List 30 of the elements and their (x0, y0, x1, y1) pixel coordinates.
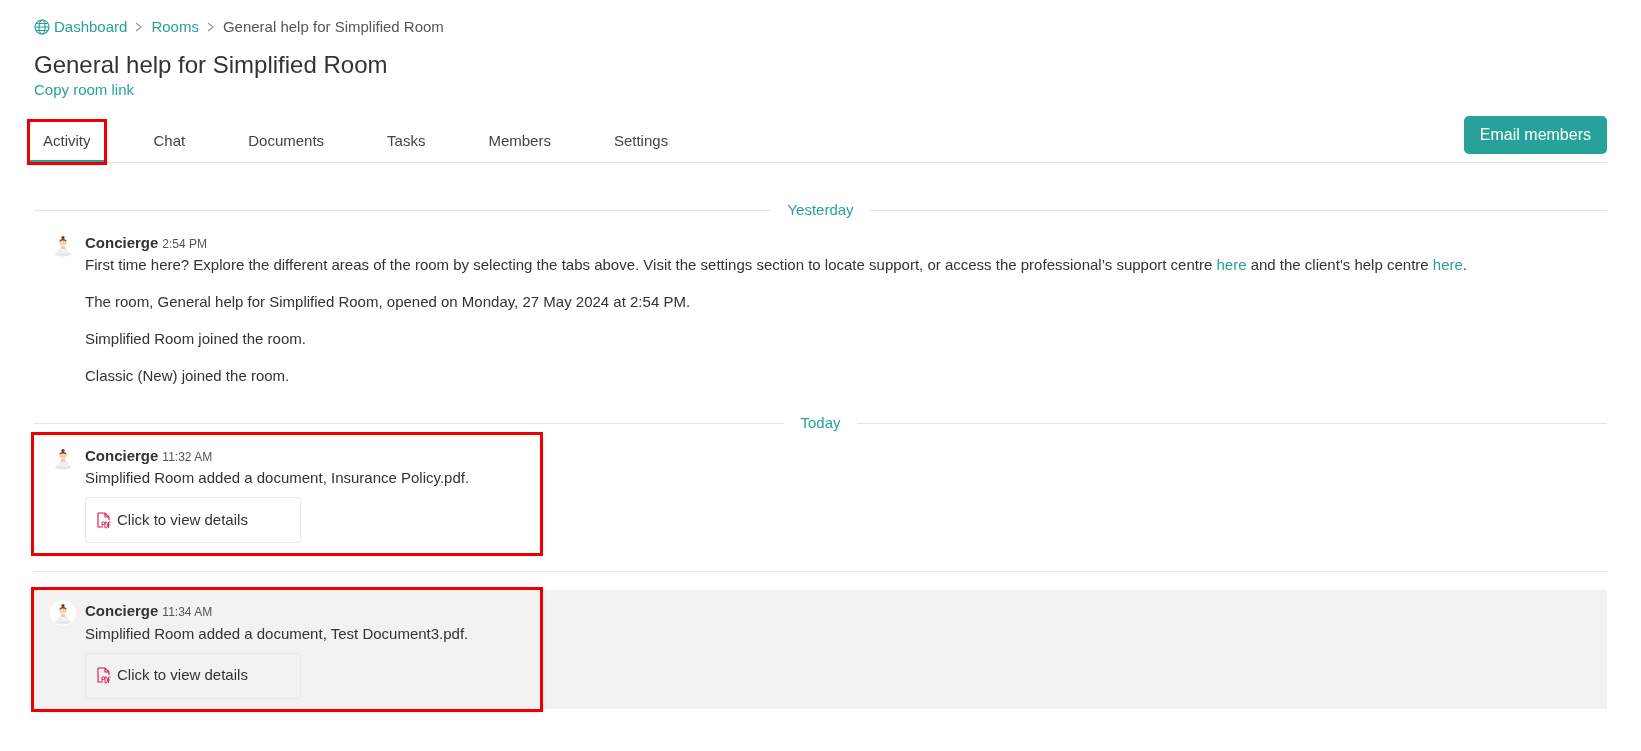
tab[interactable]: Members (475, 122, 564, 162)
timestamp: 11:34 AM (162, 604, 213, 621)
tab[interactable]: Tasks (374, 122, 439, 162)
breadcrumb-separator-icon (135, 22, 144, 32)
view-details-button[interactable]: Click to view details (85, 652, 301, 699)
message-text: First time here? Explore the different areas of the room by selecting the tabs above. Visit the settings section to locate support, or access the professional’s support centre here and the client's help centre here. (85, 255, 1467, 275)
message-text: Classic (New) joined the room. (85, 366, 291, 386)
pdf-file-icon (97, 511, 111, 529)
day-divider-label: Today (799, 413, 842, 433)
timestamp: 2:54 PM (162, 235, 208, 253)
message-text: Simplified Room added a document, Test Document3.pdf. (85, 623, 469, 644)
pdf-file-icon (97, 667, 111, 684)
tab[interactable]: Chat (140, 122, 199, 162)
author-name: Concierge (85, 601, 159, 621)
timestamp: 11:32 AM (162, 448, 213, 466)
avatar-icon (50, 600, 76, 626)
tab[interactable]: Activity (30, 122, 104, 162)
author-name: Concierge (85, 445, 159, 466)
day-divider-label: Yesterday (786, 200, 855, 220)
page-title: General help for Simplified Room (34, 50, 389, 80)
tab[interactable]: Settings (600, 122, 682, 162)
message-text: Simplified Room joined the room. (85, 329, 307, 349)
message-text: Simplified Room added a document, Insurance Policy.pdf. (85, 468, 470, 488)
view-details-button[interactable]: Click to view details (85, 497, 301, 543)
breadcrumb-current: General help for Simplified Room (222, 16, 444, 37)
globe-icon (34, 19, 50, 35)
author-name: Concierge (85, 232, 159, 253)
breadcrumb-separator-icon (206, 22, 215, 32)
message-text: The room, General help for Simplified Room, opened on Monday, 27 May 2024 at 2:54 PM. (85, 292, 692, 312)
tab[interactable]: Documents (235, 122, 338, 162)
